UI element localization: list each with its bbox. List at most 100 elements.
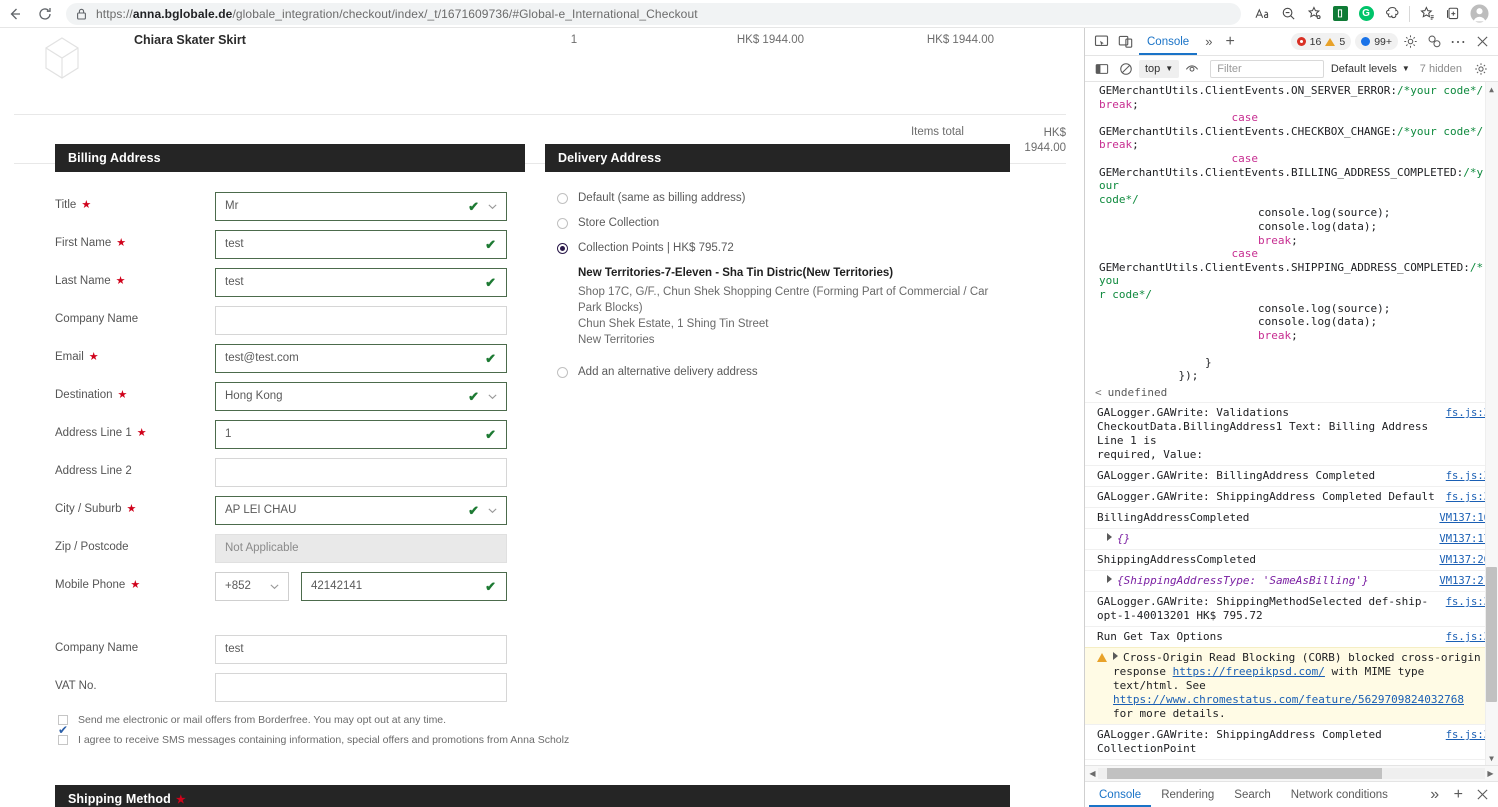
scroll-down-arrow-icon[interactable]: ▼ — [1486, 752, 1497, 764]
zoom-out-icon[interactable] — [1275, 2, 1301, 26]
profile-avatar-icon[interactable] — [1466, 2, 1492, 26]
drawer-tab-network-conditions[interactable]: Network conditions — [1281, 782, 1398, 807]
text-input[interactable] — [215, 673, 507, 702]
log-source-link[interactable]: VM137:20 — [1439, 763, 1490, 765]
console-log-row[interactable]: ShippingAddressCompleted VM137:20 — [1085, 759, 1498, 765]
delivery-option[interactable]: Store Collection — [557, 217, 1010, 229]
console-horizontal-scrollbar[interactable]: ◀ ▶ — [1085, 765, 1498, 781]
console-log-row[interactable]: ShippingAddressCompleted VM137:20 — [1085, 549, 1498, 570]
radio-icon[interactable] — [557, 366, 568, 378]
text-input[interactable] — [215, 458, 507, 487]
select-field[interactable]: Mr ✔ — [215, 192, 507, 221]
customize-devtools-icon[interactable] — [1422, 30, 1446, 54]
text-input[interactable]: test ✔ — [215, 230, 507, 259]
console-log-row[interactable]: BillingAddressCompleted VM137:16 — [1085, 507, 1498, 528]
log-source-link[interactable]: fs.js:3 — [1446, 630, 1490, 644]
console-log-row[interactable]: {} VM137:17 — [1085, 528, 1498, 549]
chevron-down-icon[interactable] — [487, 505, 498, 516]
checkbox-icon[interactable] — [58, 715, 68, 725]
execution-context-selector[interactable]: top ▼ — [1139, 59, 1180, 78]
chevron-down-icon[interactable] — [487, 201, 498, 212]
info-badge[interactable]: 99+ — [1355, 33, 1398, 50]
log-source-link[interactable]: fs.js:3 — [1446, 406, 1490, 420]
radio-icon[interactable] — [557, 242, 568, 254]
radio-icon[interactable] — [557, 192, 568, 204]
device-toolbar-icon[interactable] — [1113, 30, 1137, 54]
log-source-link[interactable]: VM137:17 — [1439, 532, 1490, 546]
log-source-link[interactable]: fs.js:3 — [1446, 490, 1490, 504]
hscroll-track[interactable] — [1098, 768, 1485, 779]
collections-icon[interactable] — [1440, 2, 1466, 26]
console-log-row[interactable]: GALogger.GAWrite: ShippingAddress Comple… — [1085, 724, 1498, 759]
mobile-phone-input[interactable]: 42142141 ✔ — [301, 572, 507, 601]
gear-icon[interactable] — [1398, 30, 1422, 54]
text-input[interactable]: test ✔ — [215, 268, 507, 297]
delivery-option[interactable]: Collection Points | HK$ 795.72 — [557, 242, 1010, 254]
expand-triangle-icon[interactable] — [1107, 533, 1112, 542]
drawer-tab-console[interactable]: Console — [1089, 782, 1152, 807]
hscroll-thumb[interactable] — [1107, 768, 1382, 779]
chevron-down-icon[interactable] — [269, 581, 280, 592]
scroll-up-arrow-icon[interactable]: ▲ — [1486, 83, 1497, 95]
alternative-delivery-option[interactable]: Add an alternative delivery address — [557, 366, 1010, 378]
text-input[interactable]: test@test.com ✔ — [215, 344, 507, 373]
green-square-extension-icon[interactable]: ▯ — [1327, 2, 1353, 26]
log-source-link[interactable]: VM137:21 — [1439, 574, 1490, 588]
console-scrollbar[interactable]: ▲ ▼ — [1485, 82, 1498, 765]
shape-extension-icon[interactable] — [1379, 2, 1405, 26]
more-tabs-chevron-icon[interactable]: » — [1199, 34, 1218, 49]
expand-triangle-icon[interactable] — [1107, 575, 1112, 584]
close-icon[interactable] — [1470, 30, 1494, 54]
console-log-row[interactable]: {ShippingAddressType: 'SameAsBilling'} VM… — [1085, 570, 1498, 591]
radio-icon[interactable] — [557, 217, 568, 229]
add-drawer-tab-icon[interactable]: + — [1447, 786, 1470, 803]
log-source-link[interactable]: VM137:16 — [1439, 511, 1490, 525]
devtools-tab-console[interactable]: Console — [1139, 28, 1198, 55]
log-source-link[interactable]: VM137:20 — [1439, 553, 1490, 567]
filter-input[interactable]: Filter — [1210, 59, 1324, 78]
log-source-link[interactable]: fs.js:3 — [1446, 728, 1490, 742]
checkbox-icon[interactable] — [58, 735, 68, 745]
consent-row[interactable]: Send me electronic or mail offers from B… — [58, 714, 698, 726]
console-log-row[interactable]: GALogger.GAWrite: ShippingAddress Comple… — [1085, 486, 1498, 507]
add-panel-icon[interactable]: + — [1218, 33, 1241, 50]
drawer-tab-rendering[interactable]: Rendering — [1151, 782, 1224, 807]
grammarly-extension-icon[interactable]: G — [1353, 2, 1379, 26]
log-levels-selector[interactable]: Default levels ▼ — [1331, 63, 1410, 75]
expand-triangle-icon[interactable] — [1113, 652, 1118, 661]
console-messages[interactable]: GEMerchantUtils.ClientEvents.ON_SERVER_E… — [1085, 82, 1498, 765]
select-field[interactable]: Hong Kong ✔ — [215, 382, 507, 411]
console-log-row[interactable]: GALogger.GAWrite: BillingAddress Complet… — [1085, 465, 1498, 486]
select-field[interactable]: AP LEI CHAU ✔ — [215, 496, 507, 525]
close-drawer-icon[interactable] — [1470, 783, 1494, 807]
consent-row[interactable]: I agree to receive SMS messages containi… — [58, 734, 698, 746]
clear-console-icon[interactable] — [1115, 58, 1137, 80]
console-settings-icon[interactable] — [1470, 58, 1492, 80]
back-arrow-icon[interactable] — [0, 1, 30, 27]
read-aloud-icon[interactable] — [1249, 2, 1275, 26]
console-log-row[interactable]: Run Get Tax Options fs.js:3 — [1085, 626, 1498, 647]
country-code-select[interactable]: +852 — [215, 572, 289, 601]
console-log-row[interactable]: Cross-Origin Read Blocking (CORB) blocke… — [1085, 647, 1498, 725]
log-source-link[interactable]: fs.js:3 — [1446, 595, 1490, 609]
console-sidebar-icon[interactable] — [1091, 58, 1113, 80]
inspect-element-icon[interactable] — [1089, 30, 1113, 54]
drawer-tab-search[interactable]: Search — [1224, 782, 1280, 807]
console-log-row[interactable]: GALogger.GAWrite: Validations CheckoutDa… — [1085, 402, 1498, 465]
live-expression-icon[interactable] — [1181, 58, 1203, 80]
scroll-right-arrow-icon[interactable]: ▶ — [1485, 769, 1496, 778]
add-favorite-icon[interactable] — [1301, 2, 1327, 26]
reload-icon[interactable] — [30, 1, 60, 27]
console-log-row[interactable]: GALogger.GAWrite: ShippingMethodSelected… — [1085, 591, 1498, 626]
address-bar[interactable]: https://anna.bglobale.de/globale_integra… — [66, 2, 1241, 25]
error-warning-badge[interactable]: 16 5 — [1290, 33, 1352, 50]
more-options-icon[interactable]: ⋯ — [1446, 30, 1470, 54]
log-source-link[interactable]: fs.js:3 — [1446, 469, 1490, 483]
text-input[interactable]: test — [215, 635, 507, 664]
scrollbar-thumb[interactable] — [1486, 567, 1497, 702]
log-link-1[interactable]: https://freepikpsd.com/ — [1173, 665, 1325, 678]
chevron-down-icon[interactable] — [487, 391, 498, 402]
favorites-icon[interactable] — [1414, 2, 1440, 26]
delivery-option[interactable]: Default (same as billing address) — [557, 192, 1010, 204]
scroll-left-arrow-icon[interactable]: ◀ — [1087, 769, 1098, 778]
